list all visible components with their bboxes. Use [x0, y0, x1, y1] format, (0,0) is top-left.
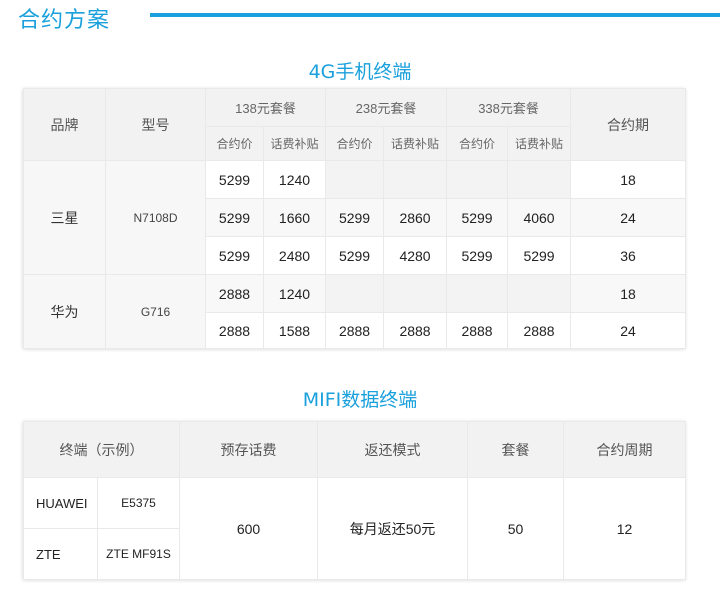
price-cell — [446, 160, 509, 199]
device-model-cell: E5375 — [97, 477, 180, 529]
price-cell: 2888 — [205, 312, 264, 349]
term-cell: 18 — [570, 160, 687, 199]
section-title-4g: 4G手机终端 — [308, 61, 412, 83]
brand-cell: 华为 — [23, 274, 106, 349]
subsidy-cell — [507, 274, 572, 313]
section-title-mifi: MIFI数据终端 — [302, 389, 418, 411]
term-cell: 18 — [570, 274, 687, 313]
subsidy-cell: 2860 — [383, 198, 448, 237]
price-cell: 5299 — [325, 198, 385, 237]
subheader-price: 合约价 — [205, 126, 264, 161]
plan-cell: 50 — [467, 477, 564, 580]
price-cell — [325, 160, 385, 199]
price-cell: 5299 — [205, 198, 264, 237]
subheader-price: 合约价 — [325, 126, 385, 161]
subsidy-cell: 4060 — [507, 198, 572, 237]
phone-plan-table-card: 品牌 型号 138元套餐 238元套餐 338元套餐 合约期 合约价 话费补贴 … — [23, 88, 687, 349]
subsidy-cell: 2888 — [507, 312, 572, 349]
subsidy-cell: 4280 — [383, 236, 448, 275]
mifi-plan-table-card: 终端（示例） 预存话费 返还模式 套餐 合约周期 HUAWEI E5375 60… — [23, 421, 686, 580]
subheader-subsidy: 话费补贴 — [383, 126, 448, 161]
header-refund: 返还模式 — [317, 421, 468, 478]
header-deposit: 预存话费 — [179, 421, 318, 478]
price-cell: 2888 — [446, 312, 509, 349]
title-rule — [150, 13, 720, 17]
price-cell: 5299 — [446, 236, 509, 275]
device-model-cell: ZTE MF91S — [97, 528, 180, 580]
subheader-price: 合约价 — [446, 126, 509, 161]
model-cell: N7108D — [105, 160, 206, 275]
header-terminal: 终端（示例） — [23, 421, 180, 478]
table-row: 三星 N7108D 5299 1240 18 — [23, 160, 687, 275]
term-cell: 36 — [570, 236, 687, 275]
header-model: 型号 — [105, 88, 206, 161]
subsidy-cell: 2480 — [262, 236, 327, 275]
price-cell — [325, 274, 385, 313]
subsidy-cell: 1240 — [262, 274, 327, 313]
price-cell — [446, 274, 509, 313]
phone-plan-table: 品牌 型号 138元套餐 238元套餐 338元套餐 合约期 合约价 话费补贴 … — [23, 88, 687, 349]
price-cell: 5299 — [325, 236, 385, 275]
subsidy-cell: 2888 — [383, 312, 448, 349]
mifi-plan-table: 终端（示例） 预存话费 返还模式 套餐 合约周期 HUAWEI E5375 60… — [23, 421, 686, 580]
header-plan-338: 338元套餐 — [446, 88, 572, 127]
model-cell: G716 — [105, 274, 206, 349]
deposit-cell: 600 — [179, 477, 318, 580]
price-cell: 5299 — [446, 198, 509, 237]
price-cell: 2888 — [325, 312, 385, 349]
subsidy-cell: 1660 — [262, 198, 327, 237]
subsidy-cell — [383, 274, 448, 313]
subsidy-cell — [383, 160, 448, 199]
subsidy-cell: 1588 — [262, 312, 327, 349]
price-cell: 5299 — [205, 160, 264, 199]
subheader-subsidy: 话费补贴 — [507, 126, 572, 161]
table-row: 华为 G716 2888 1240 18 — [23, 274, 687, 349]
term-cell: 24 — [570, 198, 687, 237]
header-plan-238: 238元套餐 — [325, 88, 448, 127]
subsidy-cell: 5299 — [507, 236, 572, 275]
refund-cell: 每月返还50元 — [317, 477, 468, 580]
device-brand-cell: ZTE — [23, 528, 98, 580]
price-cell: 5299 — [205, 236, 264, 275]
price-cell: 2888 — [205, 274, 264, 313]
table-row: HUAWEI E5375 600 每月返还50元 50 12 — [23, 477, 686, 580]
subsidy-cell: 1240 — [262, 160, 327, 199]
device-brand-cell: HUAWEI — [23, 477, 98, 529]
header-plan-138: 138元套餐 — [204, 88, 327, 127]
header-term: 合约期 — [570, 88, 687, 161]
term-cell: 12 — [563, 477, 686, 580]
subsidy-cell — [507, 160, 572, 199]
header-plan: 套餐 — [467, 421, 564, 478]
subheader-subsidy: 话费补贴 — [262, 126, 327, 161]
page-header: 合约方案 — [0, 0, 720, 36]
page-title: 合约方案 — [18, 8, 111, 33]
header-brand: 品牌 — [23, 88, 106, 161]
header-term: 合约周期 — [563, 421, 686, 478]
term-cell: 24 — [570, 312, 687, 349]
brand-cell: 三星 — [23, 160, 106, 275]
